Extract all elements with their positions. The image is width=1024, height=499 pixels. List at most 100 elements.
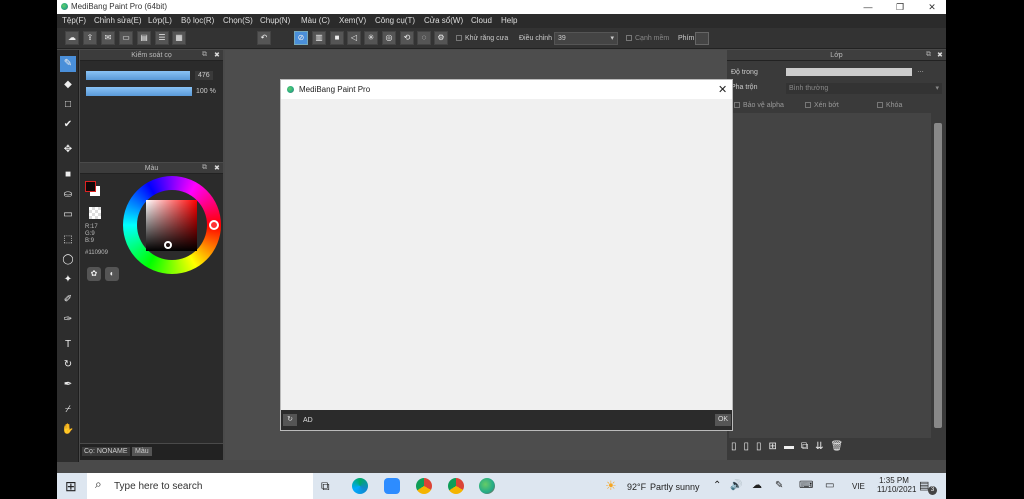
speaker-icon[interactable]: 🔊 — [730, 480, 742, 491]
menu-view[interactable]: Xem(V) — [339, 16, 366, 25]
edge-icon[interactable] — [352, 478, 368, 494]
new-8bit-icon[interactable]: ▯ — [756, 441, 769, 452]
task-view-icon[interactable]: ⧉ — [321, 479, 330, 494]
snap-grid-icon[interactable]: ■ — [330, 31, 344, 45]
refresh-icon[interactable]: ↻ — [283, 414, 297, 426]
snap-parallel-icon[interactable]: ▥ — [312, 31, 326, 45]
snap-settings-icon[interactable]: ⚙ — [434, 31, 448, 45]
shape-tool-icon[interactable]: ■ — [60, 167, 76, 183]
gradient-tool-icon[interactable]: ▭ — [60, 207, 76, 223]
popout-icon[interactable]: ⧉ — [202, 164, 207, 172]
antialias-checkbox[interactable]: Khử răng cưa — [456, 35, 508, 42]
hue-handle[interactable] — [209, 220, 219, 230]
menu-window[interactable]: Cửa sổ(W) — [424, 16, 463, 25]
pen-tool-icon[interactable]: ✒ — [60, 377, 76, 393]
fill-tool-icon[interactable]: ⛀ — [60, 187, 76, 203]
snap-off-icon[interactable]: ⊘ — [294, 31, 308, 45]
windows-start-icon[interactable]: ⊞ — [65, 478, 77, 495]
protect-alpha-checkbox[interactable]: Bảo vệ alpha — [734, 102, 784, 109]
snap-vanish-icon[interactable]: ◁ — [347, 31, 361, 45]
brush-tool-icon[interactable]: ✎ — [60, 56, 76, 72]
operation-tool-icon[interactable]: ↻ — [60, 357, 76, 373]
cloud-icon[interactable]: ☁ — [65, 31, 79, 45]
popout-icon[interactable]: ⧉ — [926, 51, 931, 59]
merge-icon[interactable]: ⇊ — [815, 441, 830, 452]
search-box[interactable]: ⌕ Type here to search — [87, 473, 313, 499]
keyboard-icon[interactable]: ⌨ — [799, 480, 813, 491]
weather-icon[interactable]: ☀ — [605, 478, 617, 494]
undo-icon[interactable]: ↶ — [257, 31, 271, 45]
minimize-button[interactable]: — — [854, 0, 882, 14]
correction-select[interactable]: 39 ▾ — [554, 32, 618, 45]
check-tool-icon[interactable]: ✔ — [60, 117, 76, 133]
page-icon[interactable]: ▤ — [137, 31, 151, 45]
new-halftone-icon[interactable]: ▯ — [744, 441, 757, 452]
layer-scrollbar[interactable] — [933, 113, 943, 438]
menu-filter[interactable]: Bộ lọc(R) — [181, 16, 214, 25]
chevron-up-icon[interactable]: ⌃ — [713, 480, 721, 491]
comment-icon[interactable]: ✉ — [101, 31, 115, 45]
add-layer-menu-icon[interactable]: ⊞ — [769, 441, 784, 452]
close-icon[interactable]: ✖ — [214, 51, 220, 59]
close-icon[interactable]: ✖ — [214, 164, 220, 172]
clock[interactable]: 1:35 PM 11/10/2021 — [877, 476, 916, 494]
popout-icon[interactable]: ⧉ — [202, 51, 207, 59]
cloud-sync-icon[interactable]: ☁ — [752, 480, 762, 491]
brush-size-slider[interactable] — [86, 71, 190, 80]
palette-icon[interactable]: ✿ — [87, 267, 101, 281]
ok-button[interactable]: OK — [715, 414, 731, 426]
lock-checkbox[interactable]: Khóa — [877, 102, 902, 109]
chrome-profile-icon[interactable] — [448, 478, 464, 494]
foreground-color-swatch[interactable] — [85, 181, 96, 192]
hand-tool-icon[interactable]: ✋ — [60, 422, 76, 438]
close-icon[interactable]: ✖ — [937, 51, 943, 59]
blend-select[interactable]: Bình thường ▾ — [786, 83, 942, 94]
lasso-tool-icon[interactable]: ◯ — [60, 252, 76, 268]
pen-icon[interactable]: ✎ — [775, 480, 783, 491]
dot-tool-icon[interactable]: □ — [60, 97, 76, 113]
menu-tools[interactable]: Công cụ(T) — [375, 16, 415, 25]
move-tool-icon[interactable]: ✥ — [60, 142, 76, 158]
menu-layer[interactable]: Lớp(L) — [148, 16, 172, 25]
transparent-swatch[interactable] — [89, 207, 101, 219]
eyedropper-tool-icon[interactable]: ⌿ — [60, 402, 76, 418]
palette-settings-icon[interactable]: ◐ — [105, 267, 119, 281]
menu-edit[interactable]: Chỉnh sửa(E) — [94, 16, 142, 25]
duplicate-icon[interactable]: ⧉ — [801, 441, 815, 452]
menu-color[interactable]: Màu (C) — [301, 16, 330, 25]
menu-cloud[interactable]: Cloud — [471, 16, 492, 25]
brush-tab[interactable]: Cọ: NONAME — [82, 447, 130, 456]
magic-wand-icon[interactable]: ✦ — [60, 272, 76, 288]
restore-button[interactable]: ❐ — [886, 0, 914, 14]
eraser-tool-icon[interactable]: ◆ — [60, 77, 76, 93]
menu-file[interactable]: Tệp(F) — [62, 16, 86, 25]
menu-help[interactable]: Help — [501, 16, 517, 25]
export-icon[interactable]: ⇪ — [83, 31, 97, 45]
language-indicator[interactable]: VIE — [852, 482, 865, 491]
color-picker-handle[interactable] — [164, 241, 172, 249]
snap-radial-icon[interactable]: ✳ — [364, 31, 378, 45]
menu-select[interactable]: Chọn(S) — [223, 16, 253, 25]
menu-snap[interactable]: Chụp(N) — [260, 16, 290, 25]
grid-icon[interactable]: ▦ — [172, 31, 186, 45]
layer-opacity-slider[interactable] — [786, 68, 912, 76]
new-layer-icon[interactable]: ▯ — [731, 441, 744, 452]
medibang-icon[interactable] — [479, 478, 495, 494]
snap-ring-icon[interactable]: ◌ — [417, 31, 431, 45]
dialog-close-button[interactable]: ✕ — [718, 83, 727, 96]
text-tool-icon[interactable]: T — [60, 337, 76, 353]
select-eraser-icon[interactable]: ✑ — [60, 312, 76, 328]
clipping-checkbox[interactable]: Xén bớt — [805, 102, 839, 109]
more-icon[interactable]: … — [917, 67, 924, 74]
chrome-icon[interactable] — [416, 478, 432, 494]
color-tab[interactable]: Màu — [132, 447, 152, 456]
layer-list[interactable] — [729, 113, 931, 438]
keys-button[interactable] — [695, 32, 709, 45]
soft-edge-checkbox[interactable]: Cạnh mềm — [626, 35, 669, 42]
select-tool-icon[interactable]: ⬚ — [60, 232, 76, 248]
select-pen-icon[interactable]: ✐ — [60, 292, 76, 308]
delete-icon[interactable]: 🗑 — [830, 441, 850, 452]
close-button[interactable]: ✕ — [918, 0, 946, 14]
battery-icon[interactable]: ▭ — [825, 480, 834, 491]
snap-circle-icon[interactable]: ◎ — [382, 31, 396, 45]
